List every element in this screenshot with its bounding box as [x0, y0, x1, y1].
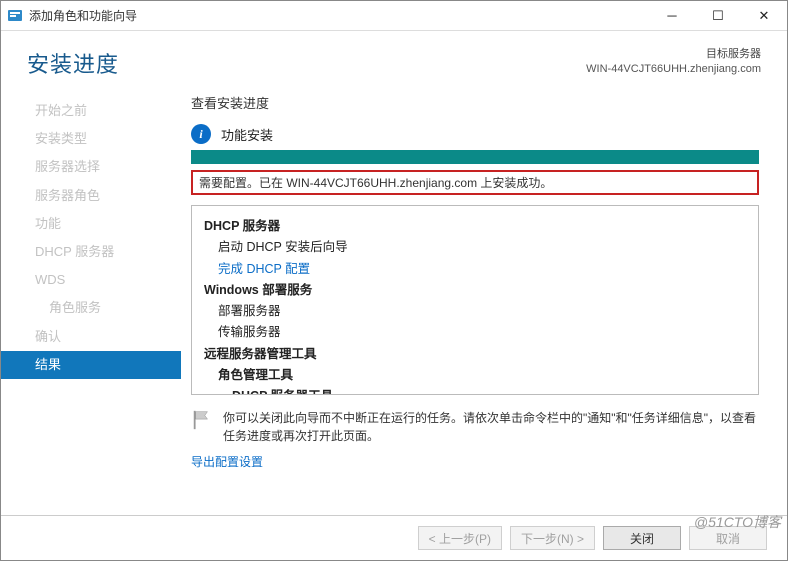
tree-wds-deploy: 部署服务器 [204, 301, 746, 322]
prev-button: < 上一步(P) [418, 526, 502, 550]
main-heading: 查看安装进度 [191, 93, 759, 112]
result-message: 需要配置。已在 WIN-44VCJT66UHH.zhenjiang.com 上安… [191, 170, 759, 195]
tree-wds-title: Windows 部署服务 [204, 280, 746, 301]
page-title: 安装进度 [27, 47, 119, 79]
sidebar-item-wds: WDS [1, 266, 181, 294]
target-label: 目标服务器 [586, 47, 761, 62]
close-wizard-button[interactable]: 关闭 [603, 526, 681, 550]
sidebar-item-confirm: 确认 [1, 323, 181, 351]
sidebar-item-server-roles: 服务器角色 [1, 182, 181, 210]
tree-dhcp-complete-link[interactable]: 完成 DHCP 配置 [204, 259, 746, 280]
note-row: 你可以关闭此向导而不中断正在运行的任务。请依次单击命令栏中的"通知"和"任务详细… [191, 409, 759, 445]
cancel-button: 取消 [689, 526, 767, 550]
titlebar: 添加角色和功能向导 ─ ☐ ✕ [1, 1, 787, 31]
window-buttons: ─ ☐ ✕ [649, 1, 787, 30]
sidebar: 开始之前 安装类型 服务器选择 服务器角色 功能 DHCP 服务器 WDS 角色… [1, 89, 181, 515]
target-server-box: 目标服务器 WIN-44VCJT66UHH.zhenjiang.com [586, 47, 761, 78]
sidebar-item-before: 开始之前 [1, 97, 181, 125]
maximize-button[interactable]: ☐ [695, 1, 741, 30]
sidebar-item-type: 安装类型 [1, 125, 181, 153]
sidebar-item-server-select: 服务器选择 [1, 153, 181, 181]
tree-rsat-title: 远程服务器管理工具 [204, 344, 746, 365]
footer: < 上一步(P) 下一步(N) > 关闭 取消 [1, 515, 787, 560]
sidebar-item-role-services: 角色服务 [1, 294, 181, 322]
sidebar-item-features: 功能 [1, 210, 181, 238]
target-server-name: WIN-44VCJT66UHH.zhenjiang.com [586, 62, 761, 77]
tree-rsat-role: 角色管理工具 [204, 365, 746, 386]
app-icon [7, 8, 23, 24]
export-config-link[interactable]: 导出配置设置 [191, 453, 759, 470]
tree-dhcp-title: DHCP 服务器 [204, 216, 746, 237]
note-text: 你可以关闭此向导而不中断正在运行的任务。请依次单击命令栏中的"通知"和"任务详细… [223, 409, 759, 445]
tree-rsat-dhcp: DHCP 服务器工具 [204, 386, 746, 395]
body: 开始之前 安装类型 服务器选择 服务器角色 功能 DHCP 服务器 WDS 角色… [1, 85, 787, 515]
next-button: 下一步(N) > [510, 526, 595, 550]
wizard-window: 添加角色和功能向导 ─ ☐ ✕ 安装进度 目标服务器 WIN-44VCJT66U… [0, 0, 788, 561]
flag-icon [191, 409, 213, 431]
main-panel: 查看安装进度 i 功能安装 需要配置。已在 WIN-44VCJT66UHH.zh… [181, 89, 787, 515]
minimize-button[interactable]: ─ [649, 1, 695, 30]
header: 安装进度 目标服务器 WIN-44VCJT66UHH.zhenjiang.com [1, 31, 787, 85]
tree-dhcp-launch: 启动 DHCP 安装后向导 [204, 237, 746, 258]
progress-bar [191, 150, 759, 164]
sidebar-item-results[interactable]: 结果 [1, 351, 181, 379]
tree-wds-transport: 传输服务器 [204, 322, 746, 343]
info-icon: i [191, 124, 211, 144]
sidebar-item-dhcp: DHCP 服务器 [1, 238, 181, 266]
status-text: 功能安装 [221, 125, 273, 144]
results-tree: DHCP 服务器 启动 DHCP 安装后向导 完成 DHCP 配置 Window… [191, 205, 759, 395]
status-row: i 功能安装 [191, 124, 759, 144]
close-button[interactable]: ✕ [741, 1, 787, 30]
window-title: 添加角色和功能向导 [29, 7, 649, 24]
